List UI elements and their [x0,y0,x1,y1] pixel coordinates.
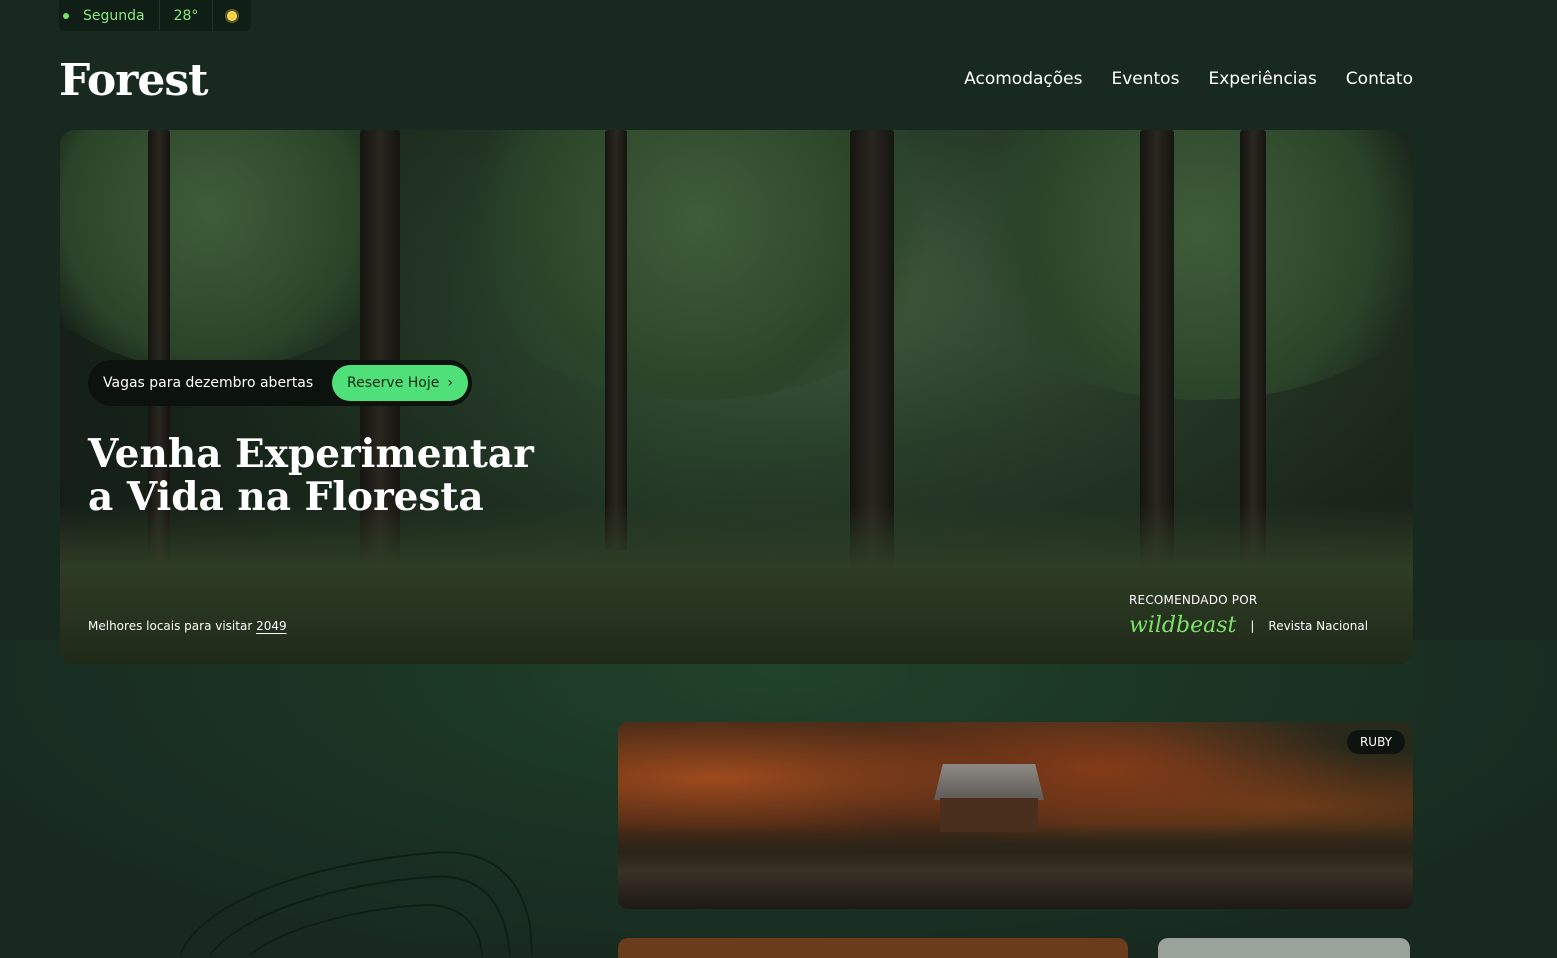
accommodation-card-ruby[interactable]: RUBY [618,722,1413,909]
temperature-label: 28° [173,7,199,24]
hero-headline: Venha Experimentar a Vida na Floresta [88,433,534,519]
availability-text: Vagas para dezembro abertas [103,375,314,391]
day-segment: Segunda [59,0,160,31]
cabin-wall [940,798,1038,832]
card-badge: RUBY [1346,730,1405,754]
tree-trunk [605,130,627,550]
status-dot-icon [63,12,69,19]
headline-line-2: a Vida na Floresta [88,474,484,520]
day-label: Segunda [83,7,145,24]
publication-name: Revista Nacional [1268,618,1369,633]
reserve-button[interactable]: Reserve Hoje › [332,365,468,401]
availability-pill: Vagas para dezembro abertas Reserve Hoje… [88,360,472,406]
separator: | [1250,618,1255,633]
nav-acomodacoes[interactable]: Acomodações [964,69,1082,89]
nav-eventos[interactable]: Eventos [1111,69,1179,89]
best-places-note: Melhores locais para visitar 2049 [88,619,287,633]
topographic-contour-graphic [179,851,533,955]
chevron-right-icon: › [447,375,453,391]
cabin-roof [934,764,1044,800]
main-nav: Acomodações Eventos Experiências Contato [964,69,1413,89]
best-places-text: Melhores locais para visitar [88,619,253,633]
recommended-label: RECOMENDADO POR [1129,593,1258,607]
nav-experiencias[interactable]: Experiências [1208,69,1316,89]
accommodation-card[interactable] [1158,938,1410,958]
status-bar: Segunda 28° [59,0,252,31]
best-places-year-link[interactable]: 2049 [256,619,287,633]
site-logo[interactable]: Forest [59,55,208,106]
headline-line-1: Venha Experimentar [88,431,534,477]
nav-contato[interactable]: Contato [1346,69,1413,89]
forest-canopy [940,130,1413,400]
forest-floor [60,504,1413,664]
wildbeast-logo: wildbeast [1129,613,1237,638]
temperature-segment: 28° [160,0,214,31]
reserve-button-label: Reserve Hoje [347,375,440,391]
weather-segment [213,0,251,31]
recommended-by: RECOMENDADO POR wildbeast | Revista Naci… [1129,593,1385,638]
accommodation-card[interactable] [618,938,1128,958]
cabin-image [934,764,1044,832]
sun-icon [227,10,238,21]
hero-banner: Vagas para dezembro abertas Reserve Hoje… [60,130,1413,664]
